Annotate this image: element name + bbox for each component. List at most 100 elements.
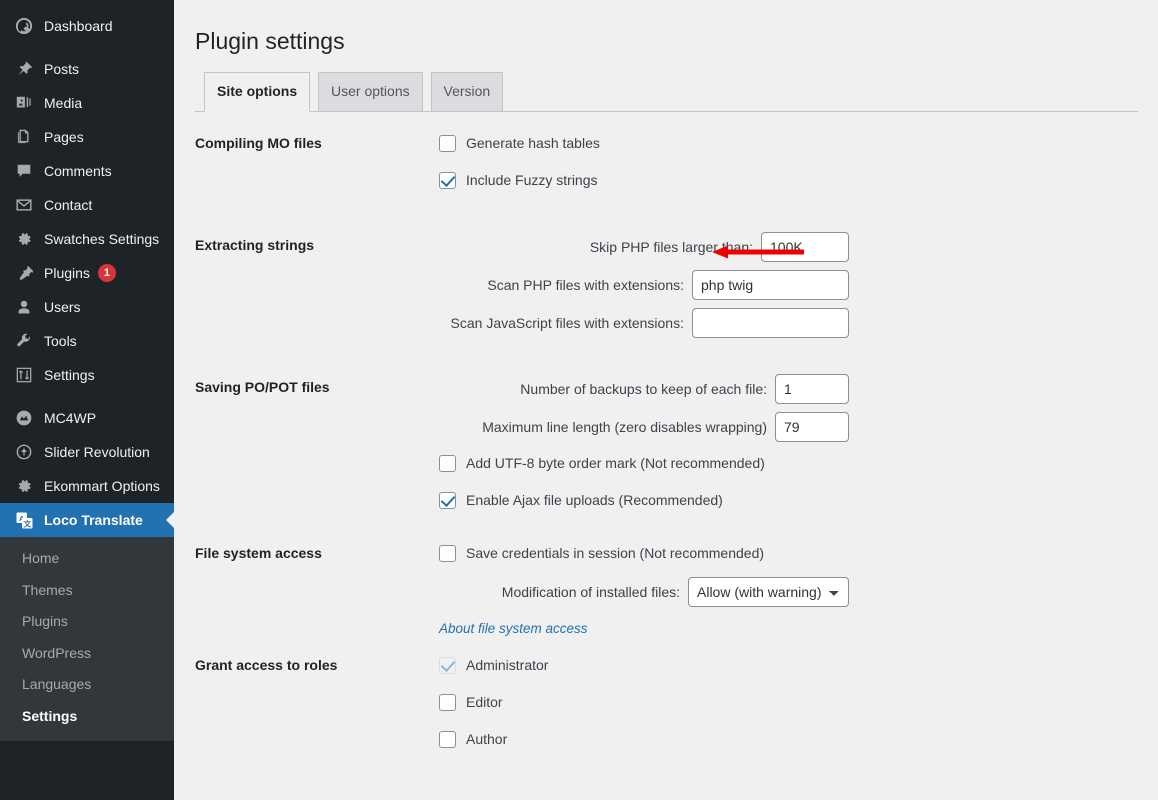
number-of-backups-input[interactable] (775, 374, 849, 404)
sidebar-item-contact[interactable]: Contact (0, 188, 174, 222)
generate-hash-tables-label[interactable]: Generate hash tables (466, 134, 600, 154)
tab-version[interactable]: Version (431, 72, 504, 111)
row-skip-php-files: Skip PHP files larger than: (439, 232, 1138, 262)
submenu-item-wordpress[interactable]: WordPress (0, 638, 174, 670)
row-role-editor: Editor (439, 689, 1138, 717)
role-author-checkbox[interactable] (439, 731, 456, 748)
submenu-item-home[interactable]: Home (0, 543, 174, 575)
number-of-backups-label: Number of backups to keep of each file: (520, 381, 767, 397)
sidebar-item-label: Media (44, 96, 82, 110)
sidebar-item-label: MC4WP (44, 411, 96, 425)
submenu-item-languages[interactable]: Languages (0, 669, 174, 701)
sidebar-item-posts[interactable]: Posts (0, 52, 174, 86)
sidebar-item-comments[interactable]: Comments (0, 154, 174, 188)
sidebar-item-label: Plugins (44, 266, 90, 280)
utf8-bom-label[interactable]: Add UTF-8 byte order mark (Not recommend… (466, 454, 765, 474)
slider-revolution-icon (13, 442, 35, 462)
modification-label: Modification of installed files: (502, 584, 680, 600)
sidebar-item-pages[interactable]: Pages (0, 120, 174, 154)
section-label: Grant access to roles (195, 652, 439, 673)
about-file-system-access-link[interactable]: About file system access (439, 621, 588, 636)
generate-hash-tables-checkbox[interactable] (439, 135, 456, 152)
translate-icon: A文 (13, 510, 35, 530)
save-credentials-label[interactable]: Save credentials in session (Not recomme… (466, 544, 764, 564)
settings-tab-bar: Site options User options Version (195, 71, 1138, 112)
row-enable-ajax-uploads: Enable Ajax file uploads (Recommended) (439, 487, 1138, 515)
enable-ajax-uploads-checkbox[interactable] (439, 492, 456, 509)
sidebar-item-settings[interactable]: Settings (0, 358, 174, 392)
skip-php-files-label: Skip PHP files larger than: (590, 239, 753, 255)
role-author-label[interactable]: Author (466, 730, 507, 750)
row-maximum-line-length: Maximum line length (zero disables wrapp… (439, 412, 1138, 442)
sidebar-item-swatches-settings[interactable]: Swatches Settings (0, 222, 174, 256)
svg-text:文: 文 (23, 518, 31, 528)
enable-ajax-uploads-label[interactable]: Enable Ajax file uploads (Recommended) (466, 491, 723, 511)
section-fields: Administrator Editor Author (439, 652, 1138, 763)
section-saving-po-pot-files: Saving PO/POT files Number of backups to… (195, 374, 1138, 524)
sidebar-item-users[interactable]: Users (0, 290, 174, 324)
maximum-line-length-input[interactable] (775, 412, 849, 442)
sidebar-item-media[interactable]: Media (0, 86, 174, 120)
submenu-item-plugins[interactable]: Plugins (0, 606, 174, 638)
sliders-icon (13, 365, 35, 385)
section-label: Compiling MO files (195, 130, 439, 151)
submenu-item-settings[interactable]: Settings (0, 701, 174, 733)
role-administrator-checkbox (439, 657, 456, 674)
wrench-icon (13, 331, 35, 351)
sidebar-top-gap (0, 0, 174, 9)
sidebar-item-label: Loco Translate (44, 513, 143, 527)
sidebar-item-slider-revolution[interactable]: Slider Revolution (0, 435, 174, 469)
section-label: Saving PO/POT files (195, 374, 439, 395)
section-fields: Number of backups to keep of each file: … (439, 374, 1138, 524)
include-fuzzy-strings-checkbox[interactable] (439, 172, 456, 189)
section-grant-access-to-roles: Grant access to roles Administrator Edit… (195, 652, 1138, 763)
utf8-bom-checkbox[interactable] (439, 455, 456, 472)
sidebar-item-dashboard[interactable]: Dashboard (0, 9, 174, 43)
sidebar-item-label: Swatches Settings (44, 232, 159, 246)
admin-sidebar: Dashboard Posts Media Pages Comments Con… (0, 0, 174, 800)
row-modification-of-installed-files: Modification of installed files: Allow (… (439, 577, 1138, 607)
section-fields: Skip PHP files larger than: Scan PHP fil… (439, 232, 1138, 346)
section-file-system-access: File system access Save credentials in s… (195, 540, 1138, 636)
row-scan-php-extensions: Scan PHP files with extensions: (439, 270, 1138, 300)
row-number-of-backups: Number of backups to keep of each file: (439, 374, 1138, 404)
sidebar-item-label: Slider Revolution (44, 445, 150, 459)
section-fields: Save credentials in session (Not recomme… (439, 540, 1138, 636)
sidebar-item-tools[interactable]: Tools (0, 324, 174, 358)
section-fields: Generate hash tables Include Fuzzy strin… (439, 130, 1138, 204)
row-include-fuzzy-strings: Include Fuzzy strings (439, 167, 1138, 195)
submenu-item-themes[interactable]: Themes (0, 575, 174, 607)
role-editor-checkbox[interactable] (439, 694, 456, 711)
sidebar-item-label: Comments (44, 164, 112, 178)
sidebar-item-plugins[interactable]: Plugins 1 (0, 256, 174, 290)
sidebar-item-mc4wp[interactable]: MC4WP (0, 401, 174, 435)
mailchimp-icon (13, 408, 35, 428)
scan-js-extensions-input[interactable] (692, 308, 849, 338)
dashboard-icon (13, 16, 35, 36)
sidebar-item-loco-translate[interactable]: A文 Loco Translate (0, 503, 174, 537)
modification-select[interactable]: Allow (with warning) (688, 577, 849, 607)
row-role-administrator: Administrator (439, 652, 1138, 680)
tab-user-options[interactable]: User options (318, 72, 423, 111)
section-spacer (195, 204, 1138, 232)
gear-icon (13, 229, 35, 249)
media-icon (13, 93, 35, 113)
sidebar-item-label: Dashboard (44, 19, 113, 33)
tab-site-options[interactable]: Site options (204, 72, 310, 112)
sidebar-item-label: Posts (44, 62, 79, 76)
plugin-settings-form: Compiling MO files Generate hash tables … (195, 130, 1138, 763)
include-fuzzy-strings-label[interactable]: Include Fuzzy strings (466, 171, 598, 191)
sidebar-divider-2 (0, 392, 174, 401)
plug-icon (13, 263, 35, 283)
main-content: Plugin settings Site options User option… (174, 0, 1158, 800)
envelope-icon (13, 195, 35, 215)
sidebar-item-label: Settings (44, 368, 95, 382)
role-editor-label[interactable]: Editor (466, 693, 503, 713)
sidebar-item-label: Tools (44, 334, 77, 348)
skip-php-files-input[interactable] (761, 232, 849, 262)
section-spacer (195, 524, 1138, 540)
sidebar-item-ekommart-options[interactable]: Ekommart Options (0, 469, 174, 503)
scan-php-extensions-input[interactable] (692, 270, 849, 300)
save-credentials-checkbox[interactable] (439, 545, 456, 562)
scan-js-extensions-label: Scan JavaScript files with extensions: (451, 315, 684, 331)
